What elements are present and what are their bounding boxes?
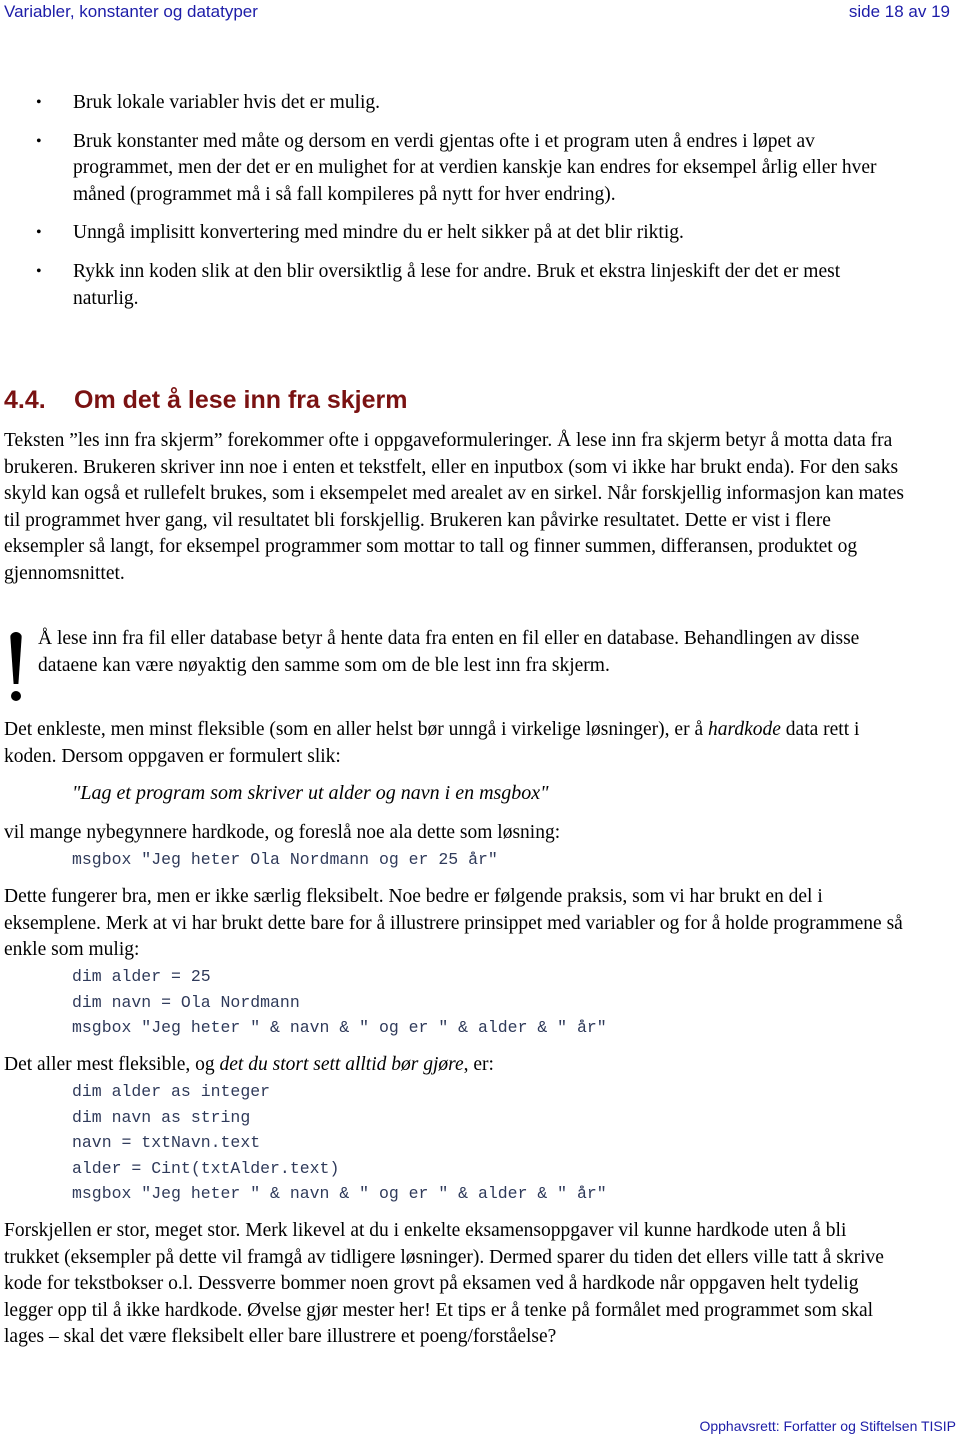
flexible-paragraph: Det aller mest fleksible, og det du stor…	[4, 1052, 904, 1079]
list-item: • Bruk lokale variabler hvis det er mulig…	[0, 90, 900, 117]
section-heading: 4.4. Om det å lese inn fra skjerm	[4, 386, 407, 415]
emphasis-hardkode: hardkode	[707, 719, 781, 740]
page-number: side 18 av 19	[848, 2, 950, 21]
bullet-icon: •	[36, 94, 42, 111]
hardcode-paragraph: Det enkleste, men minst fleksible (som e…	[4, 717, 904, 770]
list-item-text: Bruk lokale variabler hvis det er mulig.	[73, 92, 381, 113]
code-line: msgbox "Jeg heter " & navn & " og er " &…	[72, 1184, 607, 1203]
list-item: • Rykk inn koden slik at den blir oversik…	[0, 259, 900, 312]
list-item: • Unngå implisitt konvertering med mindre…	[0, 220, 900, 247]
emphasis-advice: det du stort sett alltid bør gjøre	[219, 1054, 464, 1075]
note-box: Å lese inn fra fil eller database betyr …	[4, 626, 904, 701]
copyright-footer: Opphavsrett: Forfatter og Stiftelsen TIS…	[699, 1418, 956, 1434]
page-header: Variabler, konstanter og datatyper side …	[4, 2, 950, 24]
code-line: dim alder = 25	[72, 967, 211, 986]
better-paragraph: Dette fungerer bra, men er ikke særlig f…	[4, 886, 903, 961]
paragraph-text: Det enkleste, men minst fleksible (som e…	[4, 719, 708, 740]
bullet-icon: •	[36, 224, 42, 242]
code-block-variables: dim alder = 25 dim navn = Ola Nordmann msg…	[72, 964, 607, 1041]
code-line: dim navn as string	[72, 1107, 251, 1127]
section-number: 4.4.	[4, 386, 46, 414]
exclamation-icon	[4, 628, 34, 708]
paragraph-text: , er:	[463, 1054, 494, 1075]
closing-paragraph: Forskjellen er stor, meget stor. Merk li…	[4, 1220, 884, 1348]
list-item: • Bruk konstanter med måte og dersom en v…	[0, 129, 900, 209]
list-item-text: Unngå implisitt konvertering med mindre …	[73, 222, 684, 244]
list-item-text: Bruk konstanter med måte og dersom en ve…	[73, 130, 877, 205]
bullet-icon: •	[36, 132, 42, 150]
document-title: Variabler, konstanter og datatyper	[4, 2, 258, 21]
code-block-flexible: dim alder as integer dim navn as string na…	[72, 1079, 607, 1207]
intro-paragraph: Teksten ”les inn fra skjerm” forekommer …	[4, 430, 904, 584]
note-text: Å lese inn fra fil eller database betyr …	[38, 628, 860, 676]
code-block-hardcoded: msgbox "Jeg heter Ola Nordmann og er 25 …	[72, 847, 498, 873]
code-line: msgbox "Jeg heter " & navn & " og er " &…	[72, 1018, 607, 1037]
bullet-icon: •	[36, 262, 42, 280]
novice-intro: vil mange nybegynnere hardkode, og fores…	[4, 822, 561, 843]
task-quote: "Lag et program som skriver ut alder og …	[72, 782, 549, 804]
list-item-text: Rykk inn koden slik at den blir oversikt…	[73, 260, 841, 309]
code-line: dim alder as integer	[72, 1082, 271, 1101]
guideline-list: • Bruk lokale variabler hvis det er mulig…	[0, 90, 900, 324]
paragraph-text: Det aller mest fleksible, og	[4, 1054, 220, 1075]
section-title: Om det å lese inn fra skjerm	[74, 386, 408, 414]
code-line: alder = Cint(txtAlder.text)	[72, 1158, 340, 1178]
code-line: navn = txtNavn.text	[72, 1133, 261, 1152]
code-line: msgbox "Jeg heter Ola Nordmann og er 25 …	[72, 850, 498, 869]
code-line: dim navn = Ola Nordmann	[72, 992, 300, 1012]
